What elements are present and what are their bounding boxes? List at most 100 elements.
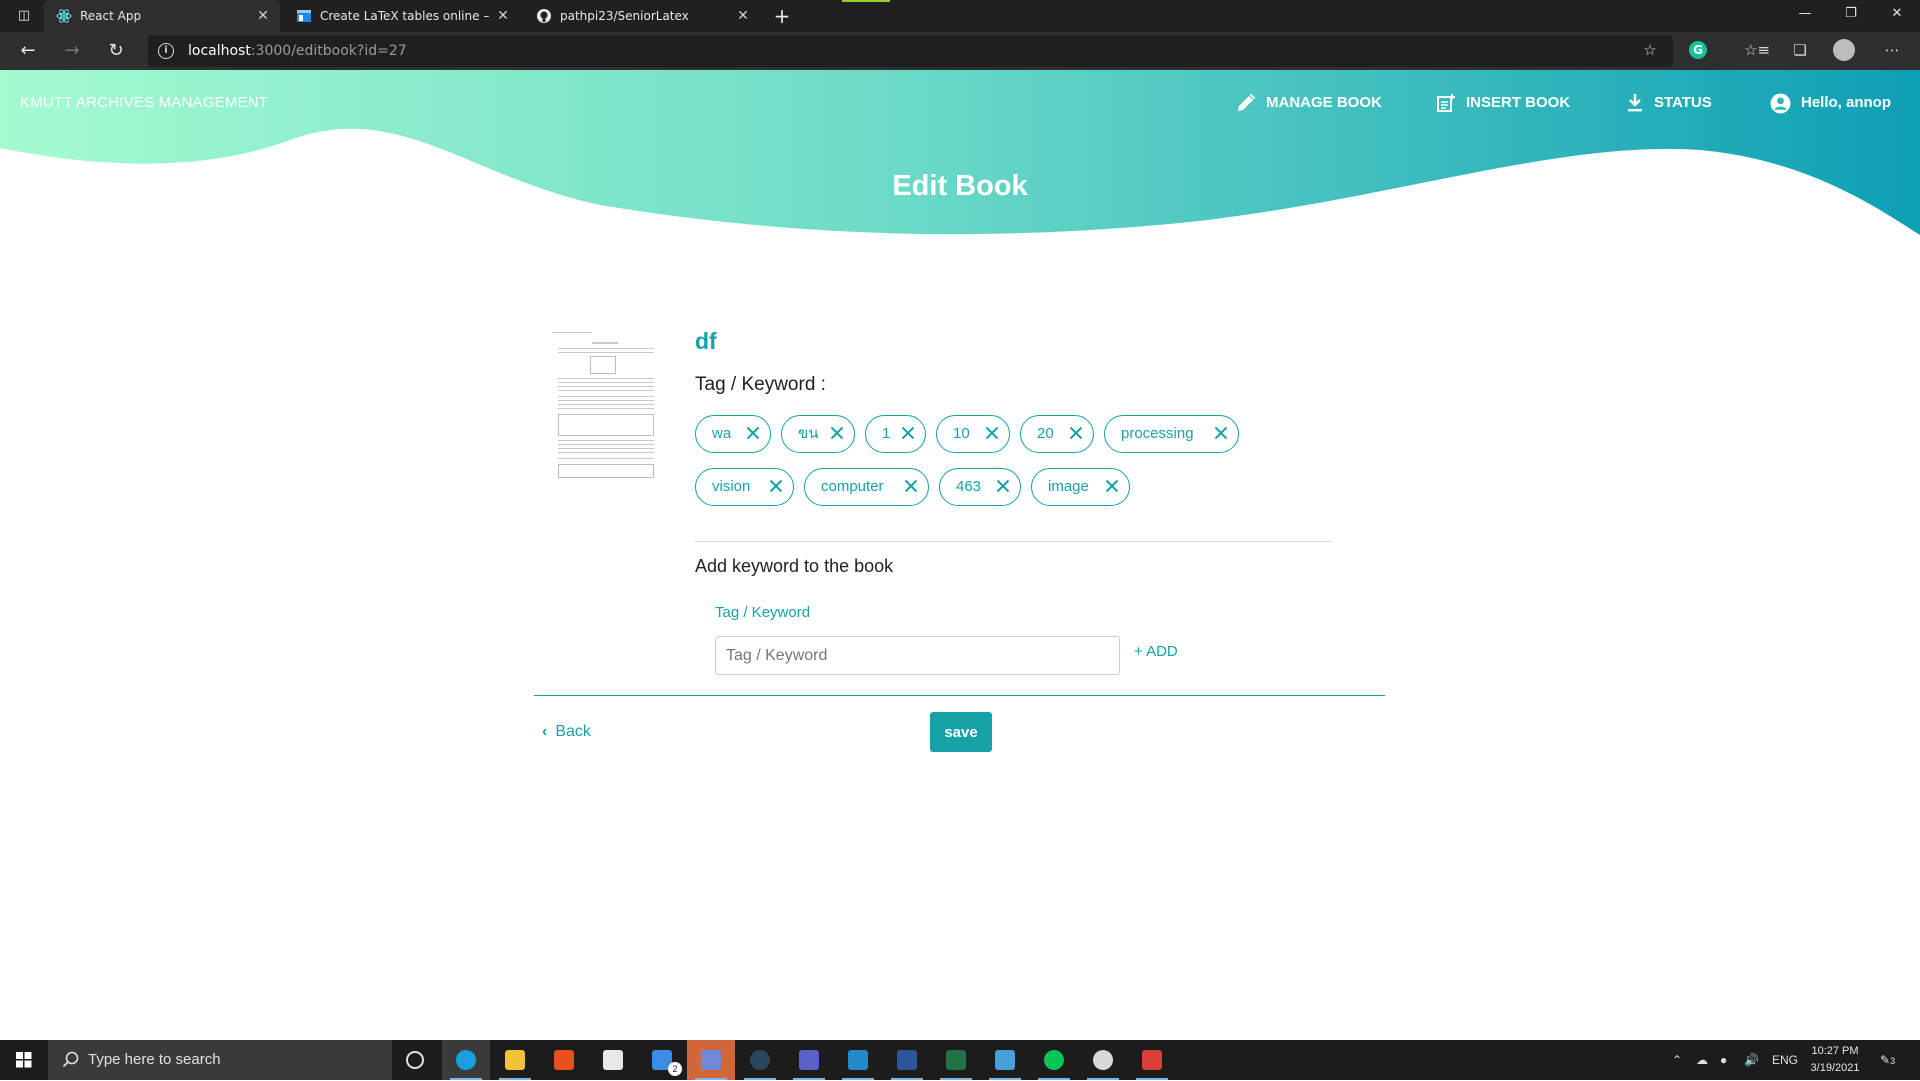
tag-chip: ขน: [781, 415, 855, 453]
react-icon: [56, 9, 72, 23]
taskbar-snipping[interactable]: [1128, 1040, 1176, 1080]
tab-title: Create LaTeX tables online – Tabl: [320, 9, 490, 23]
word-icon: [897, 1050, 917, 1070]
taskbar-vscode[interactable]: [834, 1040, 882, 1080]
close-window-icon[interactable]: ✕: [1874, 0, 1920, 30]
page-title: Edit Book: [892, 170, 1028, 202]
favorite-star-icon[interactable]: ☆: [1638, 38, 1662, 62]
forward-arrow-icon[interactable]: →: [58, 37, 86, 65]
reload-icon[interactable]: ↻: [102, 37, 130, 65]
github-icon: [537, 9, 551, 23]
post-add-icon: [1437, 94, 1455, 113]
close-tab-icon[interactable]: ✕: [254, 0, 272, 32]
tag-chip: 463: [939, 468, 1021, 506]
keyword-input[interactable]: [715, 636, 1120, 675]
remove-tag-close-icon[interactable]: [830, 426, 844, 440]
windows-taskbar: Type here to search 2 ⌃ ☁ ● 🔊 ENG 10:27 …: [0, 1040, 1920, 1080]
app-brand[interactable]: KMUTT ARCHIVES MANAGEMENT: [20, 94, 268, 111]
nav-insert-book[interactable]: INSERT BOOK: [1436, 92, 1570, 114]
remove-tag-close-icon[interactable]: [985, 426, 999, 440]
close-tab-icon[interactable]: ✕: [734, 0, 752, 32]
taskbar-word[interactable]: [883, 1040, 931, 1080]
remove-tag-close-icon[interactable]: [1069, 426, 1083, 440]
nav-user-account[interactable]: Hello, annop: [1770, 92, 1891, 114]
tag-chip: computer: [804, 468, 929, 506]
taskbar-office[interactable]: [540, 1040, 588, 1080]
tag-chip: 10: [936, 415, 1010, 453]
remove-tag-close-icon[interactable]: [769, 479, 783, 493]
tag-chip-label: 1: [882, 425, 891, 442]
language-indicator[interactable]: ENG: [1772, 1040, 1798, 1080]
edge-icon: [456, 1050, 476, 1070]
taskbar-edge[interactable]: [442, 1040, 490, 1080]
taskbar-outlook-app[interactable]: [981, 1040, 1029, 1080]
restore-icon[interactable]: ❐: [1828, 0, 1874, 30]
line-icon: [1044, 1050, 1064, 1070]
book-thumbnail: [550, 330, 662, 508]
chevron-left-icon: ‹: [542, 723, 548, 740]
minimize-icon[interactable]: —: [1782, 0, 1828, 30]
tab-actions-menu-icon[interactable]: ◫: [12, 7, 36, 25]
new-tab-button[interactable]: +: [770, 0, 794, 32]
taskbar-store[interactable]: [589, 1040, 637, 1080]
folder-icon: [505, 1050, 525, 1070]
remove-tag-close-icon[interactable]: [996, 479, 1010, 493]
taskbar-file-explorer[interactable]: [491, 1040, 539, 1080]
clock[interactable]: 10:27 PM 3/19/2021: [1800, 1043, 1870, 1077]
tab-github[interactable]: pathpi23/SeniorLatex ✕: [524, 0, 760, 32]
add-keyword-button[interactable]: + ADD: [1134, 643, 1178, 660]
collections-icon[interactable]: ❏: [1788, 38, 1812, 62]
remove-tag-close-icon[interactable]: [1105, 479, 1119, 493]
tablesgenerator-icon: [297, 10, 311, 22]
section-divider: [695, 541, 1332, 542]
tag-chip-label: vision: [712, 478, 751, 495]
volume-icon[interactable]: 🔊: [1744, 1040, 1759, 1080]
favorites-icon[interactable]: ☆≡: [1744, 38, 1770, 62]
tab-title: React App: [80, 9, 142, 23]
tag-chip: 1: [865, 415, 926, 453]
taskbar-steam[interactable]: [736, 1040, 784, 1080]
app-header: KMUTT ARCHIVES MANAGEMENT MANAGE BOOK IN…: [0, 70, 1920, 270]
url-text[interactable]: localhost:3000/editbook?id=27: [188, 35, 407, 67]
taskbar-settings[interactable]: [1079, 1040, 1127, 1080]
tag-chip-label: wa: [712, 425, 732, 442]
chevron-up-icon[interactable]: ⌃: [1672, 1040, 1682, 1080]
tag-chip: processing: [1104, 415, 1239, 453]
close-tab-icon[interactable]: ✕: [494, 0, 512, 32]
profile-icon[interactable]: [1832, 38, 1856, 62]
taskbar-search[interactable]: Type here to search: [48, 1040, 392, 1080]
taskbar-discord[interactable]: [687, 1040, 735, 1080]
tag-chip: image: [1031, 468, 1130, 506]
save-button[interactable]: save: [930, 712, 992, 752]
grammarly-extension-icon[interactable]: G: [1686, 38, 1710, 62]
remove-tag-close-icon[interactable]: [1214, 426, 1228, 440]
back-link[interactable]: ‹ Back: [542, 723, 591, 741]
tab-latex-tables[interactable]: Create LaTeX tables online – Tabl ✕: [284, 0, 520, 32]
tag-chip: vision: [695, 468, 794, 506]
back-arrow-icon[interactable]: ←: [14, 37, 42, 65]
microphone-icon[interactable]: ●: [1720, 1040, 1727, 1080]
site-info-icon[interactable]: i: [158, 43, 174, 59]
search-icon: [62, 1051, 79, 1068]
notification-center-icon[interactable]: ✎3: [1880, 1040, 1895, 1080]
nav-manage-book[interactable]: MANAGE BOOK: [1236, 92, 1382, 114]
remove-tag-close-icon[interactable]: [746, 426, 760, 440]
onedrive-icon[interactable]: ☁: [1696, 1040, 1708, 1080]
more-menu-icon[interactable]: ⋯: [1880, 38, 1904, 62]
keyword-field-label: Tag / Keyword: [715, 604, 811, 621]
taskbar-mail[interactable]: 2: [638, 1040, 686, 1080]
windows-start-icon[interactable]: [0, 1040, 48, 1080]
tab-react-app[interactable]: React App ✕: [44, 0, 280, 32]
nav-status[interactable]: STATUS: [1626, 92, 1712, 114]
tag-chip: wa: [695, 415, 771, 453]
cortana-icon[interactable]: [406, 1051, 424, 1069]
remove-tag-close-icon[interactable]: [904, 479, 918, 493]
taskbar-teams[interactable]: [785, 1040, 833, 1080]
address-bar[interactable]: i localhost:3000/editbook?id=27: [148, 35, 1673, 67]
taskbar-line[interactable]: [1030, 1040, 1078, 1080]
taskbar-excel[interactable]: [932, 1040, 980, 1080]
download-icon: [1628, 94, 1642, 112]
account-circle-icon: [1770, 93, 1791, 114]
remove-tag-close-icon[interactable]: [901, 426, 915, 440]
vscode-icon: [848, 1050, 868, 1070]
